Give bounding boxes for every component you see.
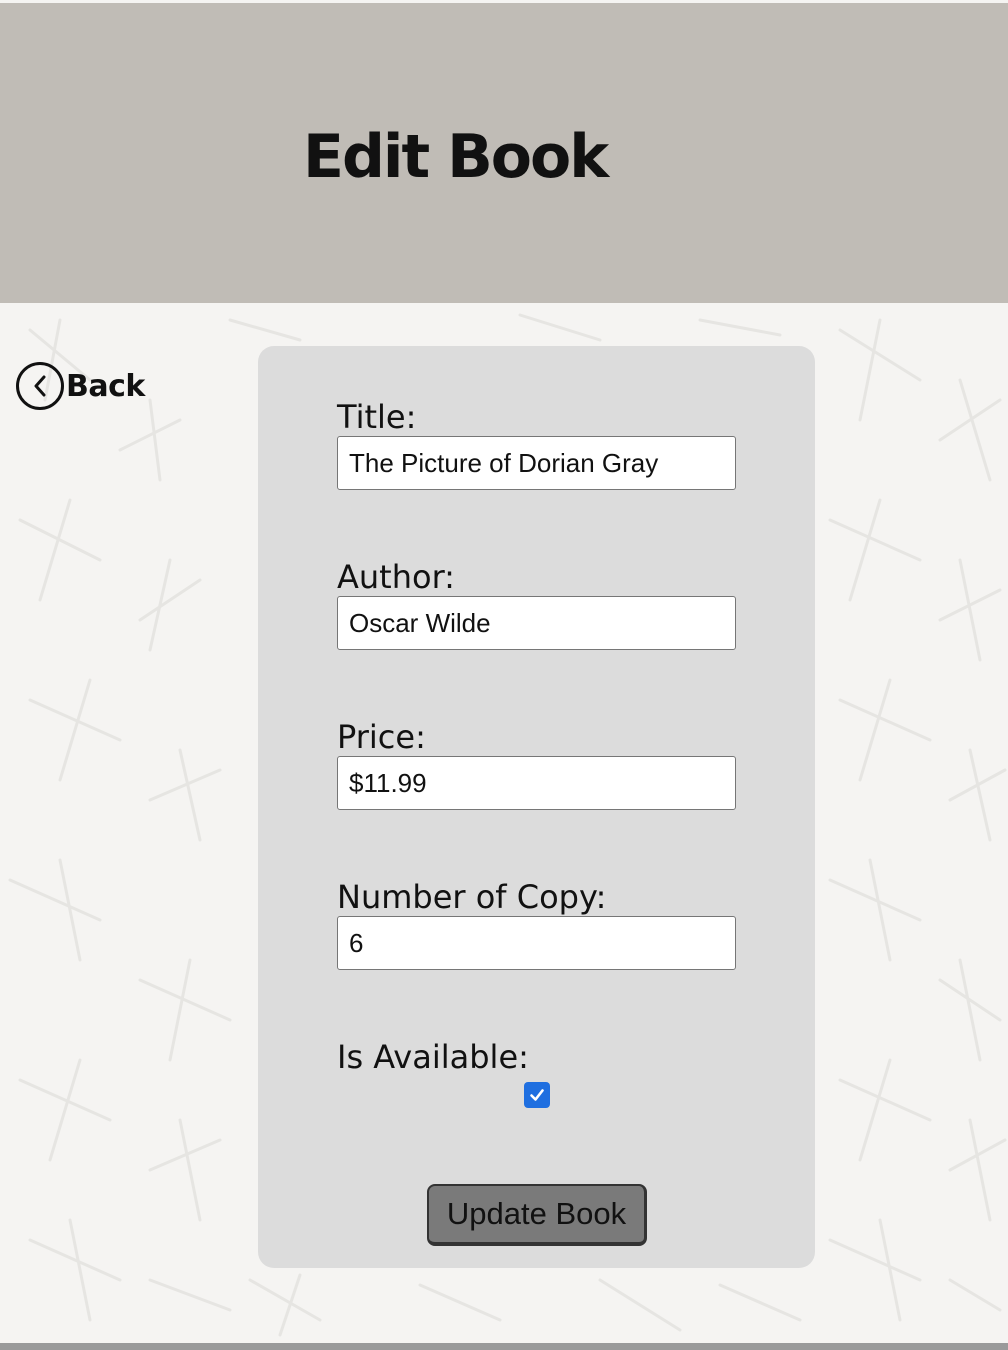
title-input[interactable] [337,436,736,490]
page-title: Edit Book [303,122,609,192]
available-checkbox[interactable] [524,1082,550,1108]
author-input[interactable] [337,596,736,650]
checkmark-icon [530,1089,544,1101]
title-label: Title: [337,398,417,436]
update-book-button[interactable]: Update Book [427,1184,647,1246]
back-button[interactable]: Back [15,361,145,411]
author-label: Author: [337,558,455,596]
copies-input[interactable] [337,916,736,970]
available-label: Is Available: [337,1038,529,1076]
price-label: Price: [337,718,426,756]
edit-book-form: Title: Author: Price: Number of Copy: Is… [258,346,815,1268]
chevron-left-circle-icon [16,362,64,410]
bottom-edge-strip [0,1343,1008,1350]
price-input[interactable] [337,756,736,810]
page-header: Edit Book [0,3,1008,303]
back-label: Back [66,368,145,404]
copies-label: Number of Copy: [337,878,607,916]
